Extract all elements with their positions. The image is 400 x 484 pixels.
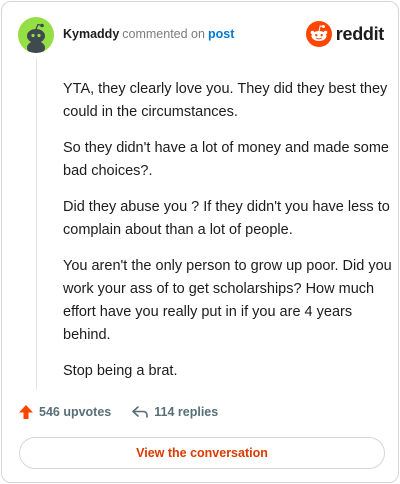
comment-header: Kymaddy commented on post reddit (18, 17, 386, 53)
thread-line (36, 58, 37, 390)
reddit-snoo-icon (305, 21, 332, 47)
reply-stat[interactable]: 114 replies (131, 404, 218, 420)
comment-paragraph: You aren't the only person to grow up po… (63, 258, 392, 343)
comment-paragraph: So they didn't have a lot of money and m… (63, 140, 389, 179)
comment-paragraph: YTA, they clearly love you. They did the… (63, 81, 388, 120)
reddit-wordmark: reddit (335, 23, 385, 44)
comment-footer: 546 upvotes 114 replies (18, 401, 218, 423)
reply-count: 114 replies (154, 405, 219, 419)
username[interactable]: Kymaddy (63, 27, 119, 41)
post-link[interactable]: post (208, 27, 234, 41)
comment-meta: Kymaddy commented on post (63, 27, 234, 41)
snoo-avatar-icon (27, 23, 45, 53)
reply-arrow-icon (132, 406, 149, 418)
user-avatar[interactable] (18, 17, 54, 53)
upvote-count: 546 upvotes (39, 405, 112, 419)
view-conversation-button[interactable]: View the conversation (19, 437, 385, 469)
comment-embed-card: Kymaddy commented on post reddit YTA, they… (1, 1, 399, 483)
upvote-arrow-icon (19, 405, 33, 419)
reddit-logo[interactable]: reddit (305, 20, 385, 48)
comment-body: YTA, they clearly love you. They did the… (63, 78, 393, 396)
upvote-stat[interactable]: 546 upvotes (18, 404, 111, 420)
comment-paragraph: Did they abuse you ? If they didn't you … (63, 199, 390, 238)
action-text: commented on (122, 27, 205, 41)
comment-paragraph: Stop being a brat. (63, 363, 178, 379)
